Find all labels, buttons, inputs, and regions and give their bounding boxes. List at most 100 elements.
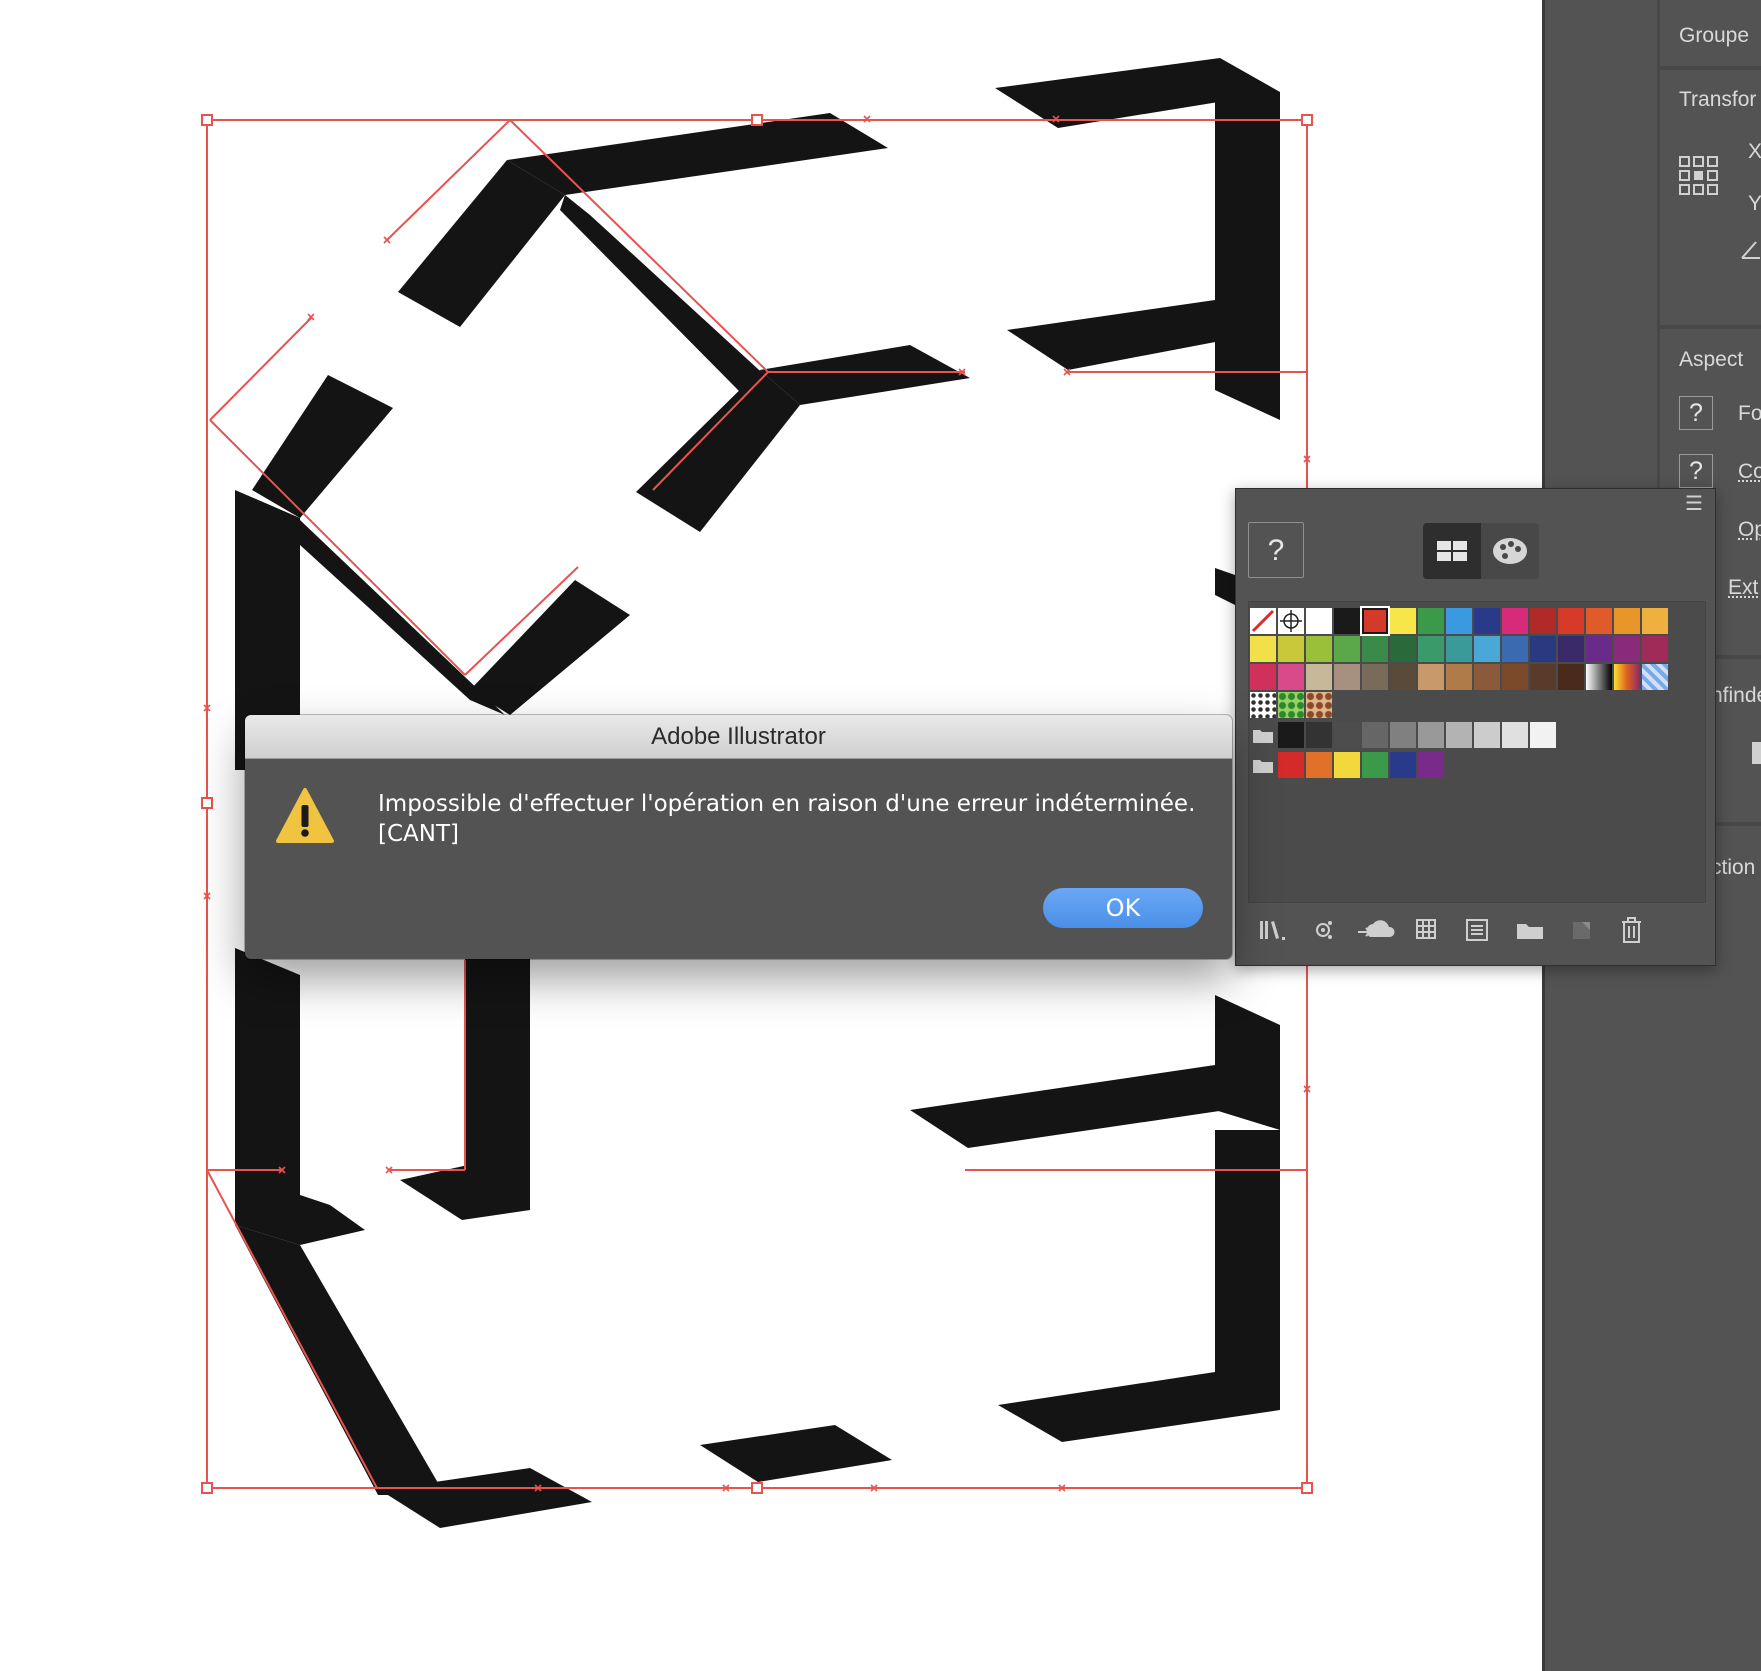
- color-swatch[interactable]: [1334, 636, 1360, 662]
- color-swatch[interactable]: [1250, 664, 1276, 690]
- color-swatch[interactable]: [1334, 722, 1360, 748]
- color-swatch[interactable]: [1446, 664, 1472, 690]
- ok-button[interactable]: OK: [1043, 888, 1203, 928]
- color-swatch[interactable]: [1502, 722, 1528, 748]
- opacity-label[interactable]: Op: [1738, 518, 1761, 542]
- swatch-grid[interactable]: [1248, 601, 1706, 903]
- color-swatch[interactable]: [1502, 664, 1528, 690]
- color-swatch[interactable]: [1530, 608, 1556, 634]
- shelf-shape[interactable]: [235, 948, 300, 1245]
- view-toggle[interactable]: [1423, 523, 1539, 579]
- pathfinder-icon[interactable]: [1752, 742, 1761, 764]
- color-swatch[interactable]: [1334, 608, 1360, 634]
- color-swatch[interactable]: [1418, 664, 1444, 690]
- shelf-shape[interactable]: [700, 1425, 892, 1482]
- color-swatch[interactable]: [1390, 636, 1416, 662]
- color-swatch[interactable]: [1474, 608, 1500, 634]
- color-swatch[interactable]: [1502, 636, 1528, 662]
- swatches-toolbar[interactable]: [1248, 907, 1704, 957]
- color-swatch[interactable]: [1390, 752, 1416, 778]
- stroke-label[interactable]: Co: [1738, 460, 1761, 484]
- swatch-gradient[interactable]: [1586, 664, 1612, 690]
- handle-bottom-right[interactable]: [1301, 1482, 1313, 1494]
- handle-middle-left[interactable]: [201, 797, 213, 809]
- color-swatch[interactable]: [1278, 636, 1304, 662]
- swatch-options-icon[interactable]: [1410, 913, 1446, 947]
- color-swatch[interactable]: [1446, 636, 1472, 662]
- panel-menu-icon[interactable]: ☰: [1683, 494, 1705, 515]
- color-group-folder-icon[interactable]: [1250, 752, 1276, 778]
- color-swatch[interactable]: [1614, 636, 1640, 662]
- color-swatch[interactable]: [1306, 722, 1332, 748]
- swatch-pattern[interactable]: [1250, 692, 1276, 718]
- color-group-folder-icon[interactable]: [1250, 722, 1276, 748]
- color-swatch[interactable]: [1278, 722, 1304, 748]
- color-swatch[interactable]: [1446, 722, 1472, 748]
- shelf-shape[interactable]: [1215, 92, 1280, 420]
- color-swatch[interactable]: [1530, 664, 1556, 690]
- transform-section-title[interactable]: Transfor: [1679, 88, 1756, 112]
- swatch-pattern[interactable]: [1642, 664, 1668, 690]
- shelf-shape[interactable]: [398, 160, 565, 327]
- add-to-library-icon[interactable]: [1356, 913, 1400, 947]
- fill-stroke-preview[interactable]: ?: [1248, 522, 1304, 578]
- new-color-group-icon[interactable]: [1512, 913, 1548, 947]
- shelf-shape[interactable]: [235, 1225, 445, 1495]
- shelf-shape[interactable]: [1215, 568, 1235, 605]
- shelf-shape[interactable]: [252, 375, 393, 518]
- color-swatch[interactable]: [1502, 608, 1528, 634]
- color-swatch[interactable]: [1306, 608, 1332, 634]
- swatch-pattern[interactable]: [1278, 692, 1304, 718]
- effects-label[interactable]: Ext: [1728, 576, 1758, 600]
- color-themes-button[interactable]: [1481, 523, 1539, 579]
- fill-label[interactable]: Fo: [1738, 402, 1761, 426]
- color-swatch[interactable]: [1250, 636, 1276, 662]
- new-swatch-icon[interactable]: [1564, 913, 1600, 947]
- color-swatch[interactable]: [1558, 608, 1584, 634]
- color-swatch[interactable]: [1642, 636, 1668, 662]
- color-swatch[interactable]: [1474, 636, 1500, 662]
- swatch-pattern[interactable]: [1306, 692, 1332, 718]
- color-swatch[interactable]: [1614, 608, 1640, 634]
- reference-point-icon[interactable]: [1679, 156, 1719, 196]
- shelf-shape[interactable]: [636, 370, 800, 532]
- shelf-shape[interactable]: [1215, 1130, 1280, 1410]
- dialog-title-bar[interactable]: Adobe Illustrator: [245, 715, 1232, 759]
- color-swatch[interactable]: [1558, 636, 1584, 662]
- stroke-swatch[interactable]: ?: [1679, 454, 1713, 488]
- color-swatch[interactable]: [1306, 752, 1332, 778]
- color-swatch[interactable]: [1390, 722, 1416, 748]
- color-swatch[interactable]: [1474, 664, 1500, 690]
- pathfinder-section-title[interactable]: nfinde: [1711, 684, 1761, 708]
- shelf-shape[interactable]: [300, 1195, 365, 1245]
- swatch-registration[interactable]: [1278, 608, 1304, 634]
- color-swatch[interactable]: [1418, 722, 1444, 748]
- handle-top-right[interactable]: [1301, 114, 1313, 126]
- handle-top-center[interactable]: [751, 114, 763, 126]
- color-swatch[interactable]: [1474, 722, 1500, 748]
- fill-swatch[interactable]: ?: [1679, 396, 1713, 430]
- handle-bottom-center[interactable]: [751, 1482, 763, 1494]
- shelf-shape[interactable]: [560, 195, 770, 392]
- delete-swatch-icon[interactable]: [1614, 913, 1650, 947]
- color-swatch[interactable]: [1418, 752, 1444, 778]
- color-swatch[interactable]: [1642, 608, 1668, 634]
- color-swatch[interactable]: [1306, 664, 1332, 690]
- shelf-shape[interactable]: [507, 113, 888, 195]
- color-swatch[interactable]: [1530, 722, 1556, 748]
- alert-dialog[interactable]: Adobe Illustrator Impossible d'effectuer…: [245, 715, 1232, 959]
- show-kinds-icon[interactable]: [1306, 913, 1342, 947]
- color-swatch[interactable]: [1362, 636, 1388, 662]
- color-swatch[interactable]: [1418, 636, 1444, 662]
- selection-section-title[interactable]: ction: [1711, 856, 1755, 880]
- color-swatch[interactable]: [1278, 664, 1304, 690]
- color-swatch[interactable]: [1306, 636, 1332, 662]
- list-view-icon[interactable]: [1460, 913, 1496, 947]
- aspect-section-title[interactable]: Aspect: [1679, 348, 1743, 372]
- color-swatch[interactable]: [1362, 722, 1388, 748]
- color-swatch[interactable]: [1586, 608, 1612, 634]
- grid-view-button[interactable]: [1423, 523, 1481, 579]
- color-swatch[interactable]: [1530, 636, 1556, 662]
- color-swatch[interactable]: [1362, 752, 1388, 778]
- swatch-gradient[interactable]: [1614, 664, 1640, 690]
